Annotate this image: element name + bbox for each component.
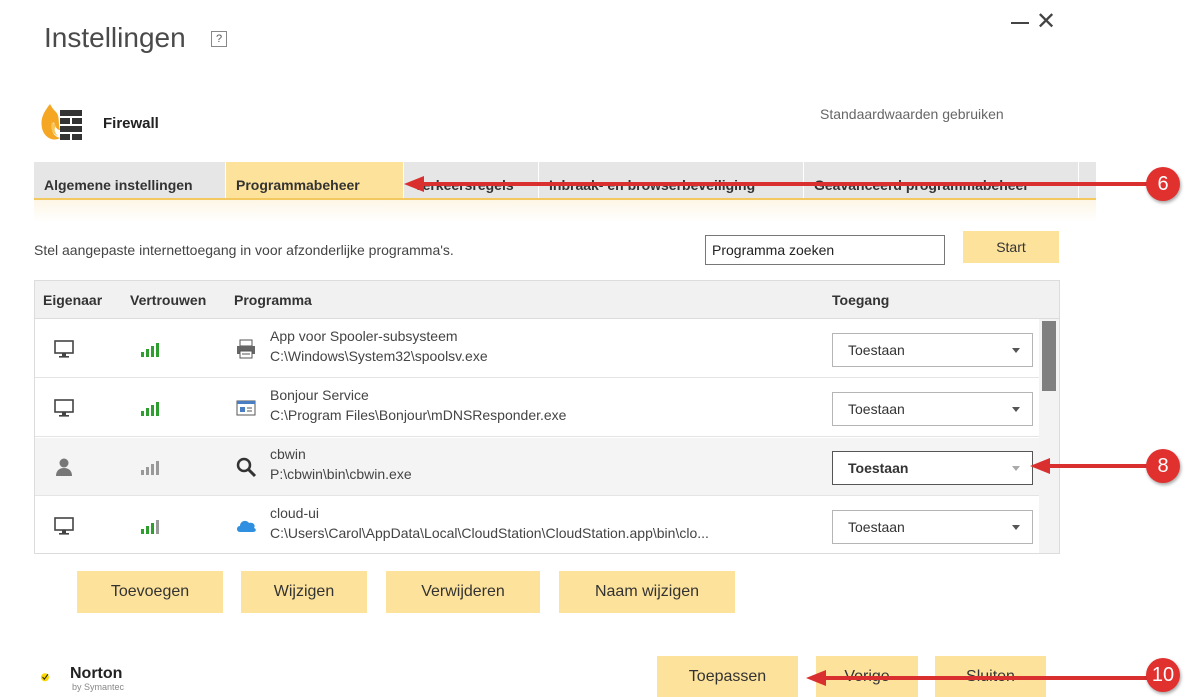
access-value: Toestaan bbox=[848, 460, 909, 476]
brand-name: Norton bbox=[70, 665, 123, 682]
program-name: Bonjour Service bbox=[270, 387, 369, 403]
tab-bar: Algemene instellingen Programmabeheer Ve… bbox=[34, 162, 1096, 200]
program-path: C:\Windows\System32\spoolsv.exe bbox=[270, 348, 488, 364]
norton-logo bbox=[40, 673, 49, 682]
use-defaults-link[interactable]: Standaardwaarden gebruiken bbox=[820, 106, 1004, 122]
program-path: P:\cbwin\bin\cbwin.exe bbox=[270, 466, 412, 482]
search-icon bbox=[236, 457, 257, 478]
apply-button[interactable]: Toepassen bbox=[657, 656, 798, 697]
access-dropdown[interactable]: Toestaan bbox=[832, 392, 1033, 426]
description-text: Stel aangepaste internettoegang in voor … bbox=[34, 242, 454, 258]
access-dropdown[interactable]: Toestaan bbox=[832, 451, 1033, 485]
header-access[interactable]: Toegang bbox=[832, 292, 889, 308]
chevron-down-icon bbox=[1012, 348, 1020, 353]
tab-intrusion-browser-protection[interactable]: Inbraak- en browserbeveiliging bbox=[539, 162, 804, 198]
trust-unknown-icon bbox=[141, 461, 159, 475]
section-title: Firewall bbox=[103, 115, 159, 132]
access-value: Toestaan bbox=[848, 342, 905, 358]
program-search-input[interactable] bbox=[705, 235, 945, 265]
program-path: C:\Program Files\Bonjour\mDNSResponder.e… bbox=[270, 407, 567, 423]
program-table: Eigenaar Vertrouwen Programma Toegang Ap… bbox=[34, 280, 1060, 554]
table-row[interactable]: cloud-ui C:\Users\Carol\AppData\Local\Cl… bbox=[35, 497, 1039, 553]
table-row-selected[interactable]: cbwin P:\cbwin\bin\cbwin.exe Toestaan bbox=[35, 438, 1039, 496]
service-icon bbox=[236, 400, 256, 416]
minimize-button[interactable] bbox=[1011, 22, 1029, 24]
start-search-button[interactable]: Start bbox=[963, 231, 1059, 263]
program-name: cbwin bbox=[270, 446, 306, 462]
header-program[interactable]: Programma bbox=[234, 292, 312, 308]
annotation-badge-6: 6 bbox=[1146, 167, 1180, 201]
close-button[interactable]: Sluiten bbox=[935, 656, 1046, 697]
remove-button[interactable]: Verwijderen bbox=[386, 571, 540, 613]
add-button[interactable]: Toevoegen bbox=[77, 571, 223, 613]
tab-program-control[interactable]: Programmabeheer bbox=[226, 162, 404, 198]
window-title: Instellingen bbox=[44, 22, 186, 53]
access-dropdown[interactable]: Toestaan bbox=[832, 510, 1033, 544]
firewall-icon bbox=[41, 104, 82, 140]
cloud-icon bbox=[237, 520, 256, 532]
printer-icon bbox=[237, 339, 255, 359]
brand-sub: by Symantec bbox=[72, 682, 125, 692]
trust-high-icon bbox=[141, 343, 159, 357]
program-path: C:\Users\Carol\AppData\Local\CloudStatio… bbox=[270, 525, 709, 541]
annotation-badge-10: 10 bbox=[1146, 658, 1180, 692]
help-icon[interactable]: ? bbox=[211, 31, 227, 47]
trust-high-icon bbox=[141, 402, 159, 416]
computer-icon bbox=[54, 517, 74, 535]
tab-general-settings[interactable]: Algemene instellingen bbox=[34, 162, 226, 198]
header-trust[interactable]: Vertrouwen bbox=[130, 292, 206, 308]
header-owner[interactable]: Eigenaar bbox=[43, 292, 102, 308]
access-dropdown[interactable]: Toestaan bbox=[832, 333, 1033, 367]
computer-icon bbox=[54, 340, 74, 358]
chevron-down-icon bbox=[1012, 407, 1020, 412]
modify-button[interactable]: Wijzigen bbox=[241, 571, 367, 613]
table-row[interactable]: App voor Spooler-subsysteem C:\Windows\S… bbox=[35, 320, 1039, 378]
scrollbar-thumb[interactable] bbox=[1042, 321, 1056, 391]
chevron-down-icon bbox=[1012, 525, 1020, 530]
table-scrollbar[interactable] bbox=[1039, 319, 1059, 553]
annotation-badge-8: 8 bbox=[1146, 449, 1180, 483]
tab-band bbox=[34, 200, 1096, 222]
access-value: Toestaan bbox=[848, 519, 905, 535]
table-row[interactable]: Bonjour Service C:\Program Files\Bonjour… bbox=[35, 379, 1039, 437]
chevron-down-icon bbox=[1012, 466, 1020, 471]
computer-icon bbox=[54, 399, 74, 417]
table-header: Eigenaar Vertrouwen Programma Toegang bbox=[35, 281, 1059, 319]
program-name: cloud-ui bbox=[270, 505, 320, 521]
tab-advanced-program-control[interactable]: Geavanceerd programmabeheer bbox=[804, 162, 1079, 198]
user-icon bbox=[56, 458, 72, 476]
tab-traffic-rules[interactable]: Verkeersregels bbox=[404, 162, 539, 198]
program-name: App voor Spooler-subsysteem bbox=[270, 328, 458, 344]
access-value: Toestaan bbox=[848, 401, 905, 417]
close-icon[interactable]: ✕ bbox=[1036, 8, 1056, 36]
back-button[interactable]: Vorige bbox=[816, 656, 918, 697]
rename-button[interactable]: Naam wijzigen bbox=[559, 571, 735, 613]
trust-medium-icon bbox=[141, 520, 159, 534]
